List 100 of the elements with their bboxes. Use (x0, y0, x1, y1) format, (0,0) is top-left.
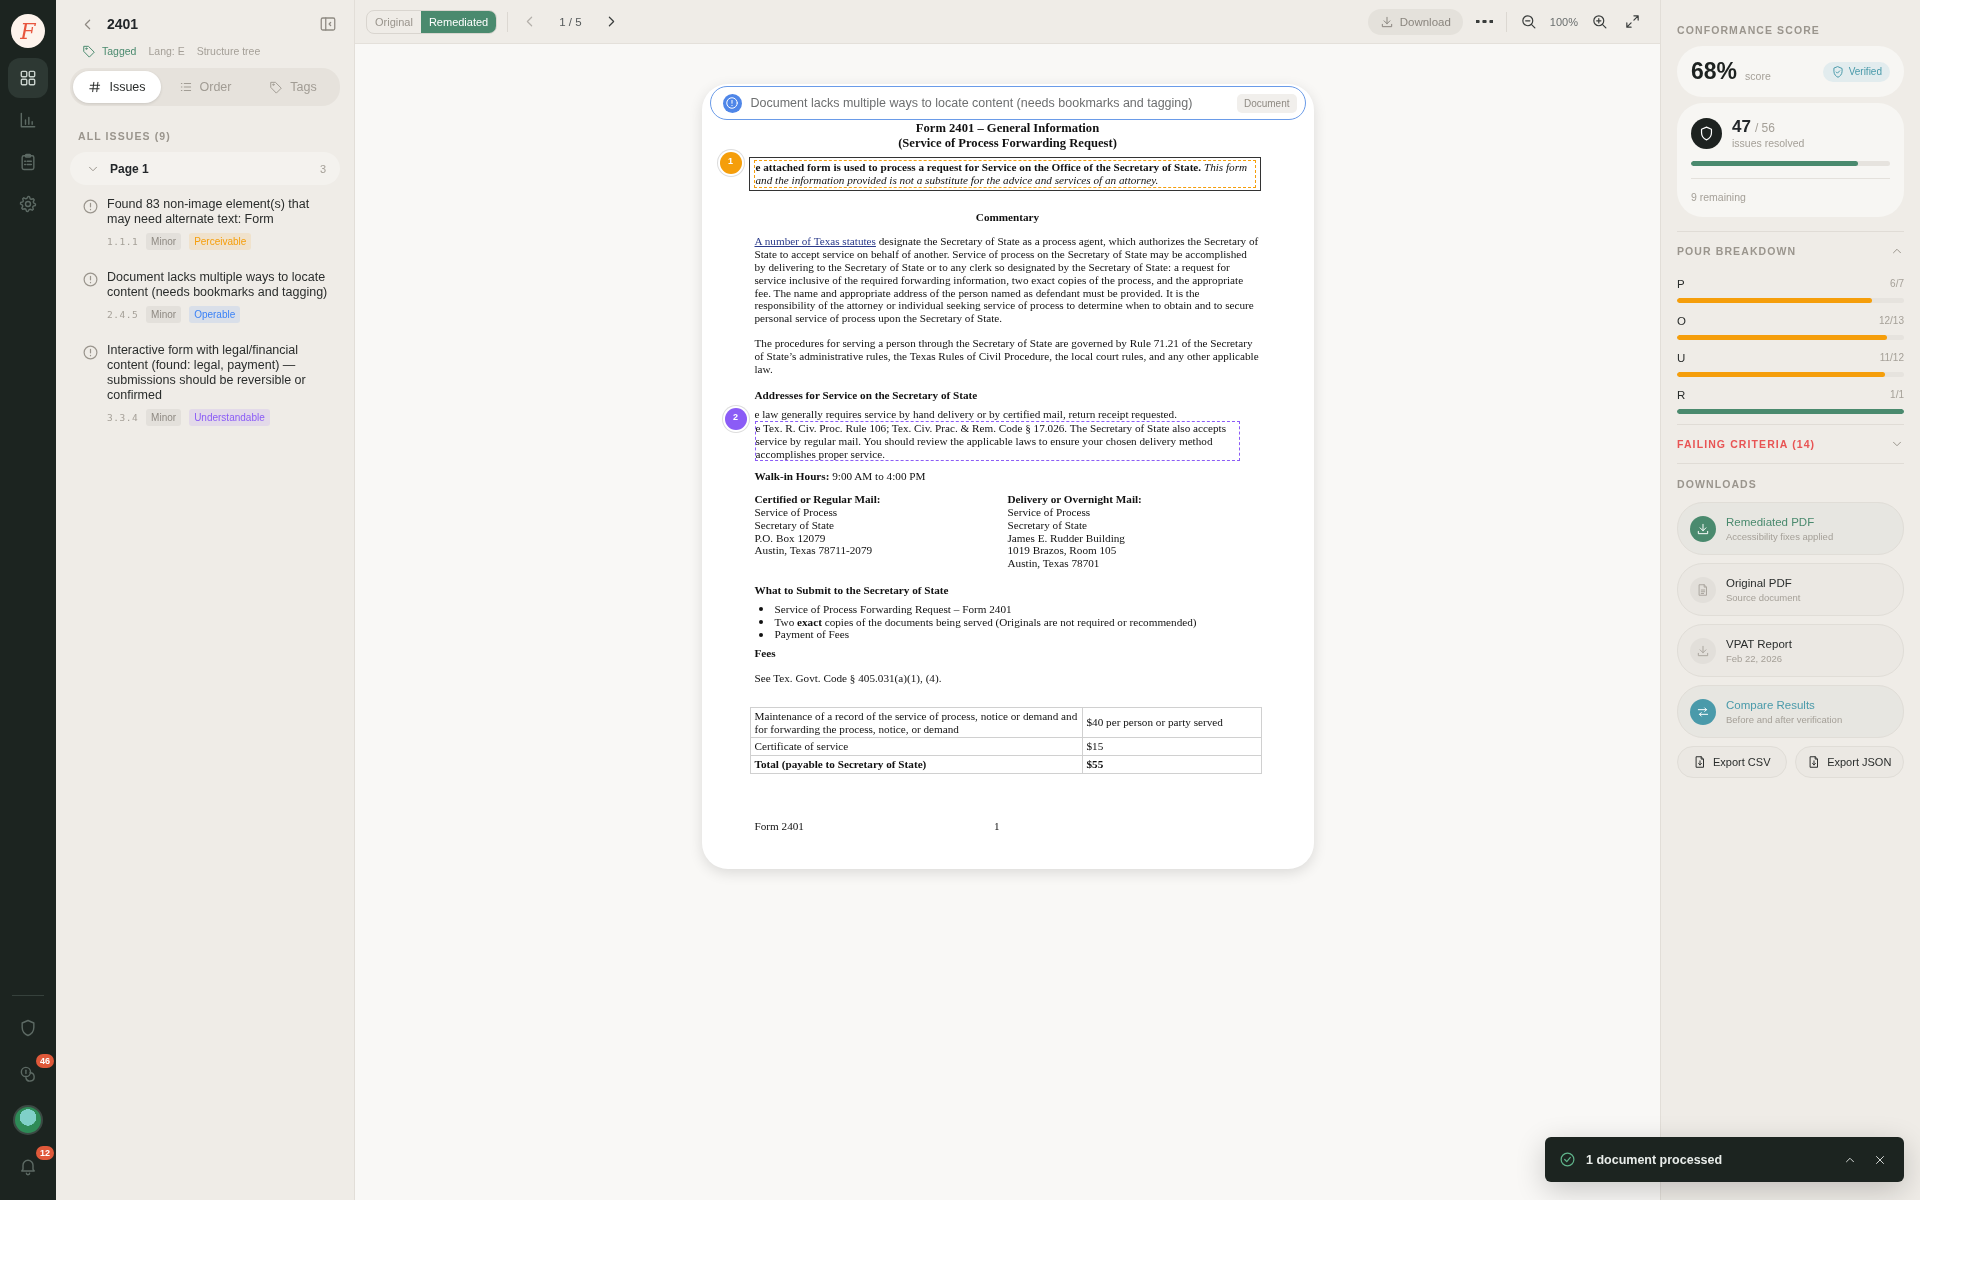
resolved-label: issues resolved (1732, 137, 1805, 149)
download-option[interactable]: Compare Results Before and after verification (1677, 685, 1904, 738)
total-count: / 56 (1754, 121, 1775, 135)
section-toggle[interactable]: POUR BREAKDOWN (1677, 231, 1904, 266)
meta-label: Structure tree (196, 45, 261, 57)
principle-label: O (1677, 315, 1686, 327)
shield-icon (1691, 117, 1722, 149)
address-line: P.O. Box 12079 (754, 531, 827, 545)
address-line: 1019 Brazos, Room 105 (1007, 544, 1118, 558)
tag-icon (269, 80, 284, 94)
verified-label: Verified (1848, 66, 1882, 77)
remaining-label: 9 remaining (1691, 178, 1890, 203)
address-heading: Delivery or Overnight Mail: (1007, 493, 1143, 506)
principle-label: P (1677, 278, 1685, 290)
document-heading: Form 2401 – General Information (914, 121, 1101, 136)
resolved-count: 47 (1732, 117, 1751, 136)
scope-tag: Document (1236, 93, 1297, 113)
download-option[interactable]: Remediated PDF Accessibility fixes applied (1677, 502, 1904, 555)
address-line: Service of Process (1007, 505, 1092, 519)
list-item: Payment of Fees (774, 628, 850, 642)
category-tag: Perceivable (189, 233, 252, 250)
principle-score: 6/7 (1890, 278, 1904, 290)
count-badge: 46 (36, 1054, 54, 1068)
severity-tag: Minor (146, 409, 182, 426)
footer-text: Form 2401 (754, 819, 804, 833)
issue-description[interactable]: Found 83 non-image element(s) that may need alternate text: Form (107, 197, 330, 227)
file-icon (1696, 582, 1710, 597)
download-option[interactable]: Original PDF Source document (1677, 563, 1904, 616)
list-item: Two exact copies of the documents being served (Originals are not required or recommended) (774, 615, 1197, 629)
link[interactable]: A number of Texas statutes (754, 235, 876, 248)
export-button[interactable]: Export CSV (1677, 746, 1787, 778)
tagged-label: Tagged (102, 45, 137, 57)
meta-label: Lang: E (148, 45, 185, 57)
section-toggle[interactable]: FAILING CRITERIA (14) (1677, 424, 1904, 464)
settings-icon (18, 194, 38, 214)
section-heading: CONFORMANCE SCORE (1677, 24, 1821, 36)
view-tab[interactable]: Original (367, 10, 421, 33)
alert-icon (82, 271, 99, 288)
expand-icon (1624, 13, 1641, 30)
download-option[interactable]: VPAT Report Feb 22, 2026 (1677, 624, 1904, 677)
tab[interactable]: Order (161, 71, 249, 103)
criterion-code: 3.3.4 (107, 412, 139, 423)
criterion-code: 1.1.1 (107, 236, 139, 247)
export-button[interactable]: Export JSON (1794, 746, 1904, 778)
view-tab[interactable]: Remediated (420, 10, 497, 33)
table-cell: Certificate of service (750, 737, 1082, 756)
table-cell: $55 (1082, 755, 1261, 774)
score-value: 68% (1691, 58, 1738, 85)
tab[interactable]: Tags (249, 71, 337, 103)
bar-chart-icon (18, 110, 38, 130)
principle-score: 11/12 (1879, 352, 1904, 364)
principle-label: U (1677, 352, 1686, 364)
address-heading: Certified or Regular Mail: (754, 493, 882, 506)
bullet-icon (758, 607, 763, 612)
table-cell: Maintenance of a record of the service of process, notice or demand and for forwarding the process, notice, or demand (750, 707, 1082, 738)
bullet-icon (758, 619, 763, 624)
count-badge: 12 (36, 1146, 54, 1160)
document-heading: (Service of Process Forwarding Request) (897, 136, 1118, 151)
file-icon (1693, 755, 1707, 769)
more-icon (1475, 20, 1493, 23)
issue-description[interactable]: Interactive form with legal/financial content (found: legal, payment) — submissions should be reversible or confirmed (107, 343, 330, 403)
page-number: 1 (993, 819, 1000, 833)
banner-text: Document lacks multiple ways to locate content (needs bookmarks and tagging) (750, 96, 1193, 110)
paragraph: e law generally requires service by hand delivery or by certified mail, return receipt requested. (754, 408, 1178, 421)
nav-button[interactable] (8, 58, 48, 98)
section-heading: What to Submit to the Secretary of State (754, 583, 950, 597)
download-icon (1696, 521, 1710, 536)
swap-icon (1696, 704, 1710, 719)
toast-message: 1 document processed (1586, 1152, 1723, 1167)
issue-marker[interactable]: 1 (719, 152, 742, 174)
app-logo[interactable]: F (11, 14, 45, 48)
list-icon (178, 80, 193, 94)
grid-icon (18, 68, 38, 88)
criterion-code: 2.4.5 (107, 309, 139, 320)
download-button[interactable]: Download (1367, 8, 1463, 35)
alert-icon (722, 93, 742, 113)
issue-marker[interactable]: 2 (724, 408, 747, 431)
address-line: Austin, Texas 78711-2079 (754, 544, 874, 558)
clipboard-icon (18, 152, 38, 172)
alert-icon (82, 198, 99, 215)
group-header[interactable]: Page 1 3 (70, 152, 340, 185)
issue-count: 3 (319, 162, 326, 175)
paragraph: See Tex. Govt. Code § 405.031(a)(1), (4). (754, 671, 943, 685)
principle-label: R (1677, 389, 1686, 401)
download-icon (1696, 643, 1710, 658)
tab[interactable]: Issues (73, 71, 161, 103)
zoom-in-icon (1591, 13, 1608, 30)
severity-tag: Minor (146, 306, 182, 323)
document-title: 2401 (107, 16, 139, 32)
check-icon (1559, 1151, 1576, 1168)
alert-icon (82, 344, 99, 361)
zoom-out-icon (1519, 13, 1537, 30)
issue-description[interactable]: Document lacks multiple ways to locate content (needs bookmarks and tagging) (107, 270, 330, 300)
category-tag: Operable (189, 306, 241, 323)
principle-score: 12/13 (1878, 315, 1904, 327)
bullet-icon (758, 632, 763, 637)
tag-icon (82, 44, 96, 58)
avatar[interactable] (13, 1105, 43, 1135)
address-line: Secretary of State (754, 518, 836, 532)
table-cell: $40 per person or party served (1082, 707, 1261, 738)
